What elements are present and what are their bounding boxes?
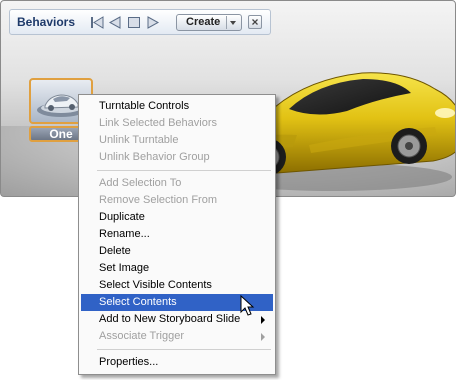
menu-item-label: Associate Trigger <box>99 330 184 342</box>
menu-item-duplicate[interactable]: Duplicate <box>81 209 273 226</box>
menu-item-remove-selection-from: Remove Selection From <box>81 192 273 209</box>
menu-item-label: Duplicate <box>99 211 145 223</box>
create-button-label: Create <box>186 16 221 28</box>
menu-item-label: Remove Selection From <box>99 194 217 206</box>
context-menu: Turntable Controls Link Selected Behavior… <box>78 94 276 375</box>
menu-item-label: Properties... <box>99 356 159 368</box>
menu-item-label: Add to New Storyboard Slide <box>99 313 241 325</box>
toolbar-title: Behaviors <box>17 15 76 29</box>
menu-separator <box>97 349 271 350</box>
stop-icon[interactable] <box>127 16 141 29</box>
menu-item-associate-trigger: Associate Trigger <box>81 328 273 345</box>
menu-item-properties[interactable]: Properties... <box>81 354 273 371</box>
menu-item-label: Select Visible Contents <box>99 279 212 291</box>
behaviors-toolbar: Behaviors Create <box>9 9 271 35</box>
menu-item-set-image[interactable]: Set Image <box>81 260 273 277</box>
skip-to-start-icon[interactable] <box>90 16 104 29</box>
play-icon[interactable] <box>146 16 160 29</box>
create-button[interactable]: Create <box>176 14 242 31</box>
menu-item-select-visible-contents[interactable]: Select Visible Contents <box>81 277 273 294</box>
submenu-arrow-icon <box>261 333 265 341</box>
rewind-icon[interactable] <box>108 16 122 29</box>
menu-item-add-selection-to: Add Selection To <box>81 175 273 192</box>
menu-item-delete[interactable]: Delete <box>81 243 273 260</box>
menu-item-label: Add Selection To <box>99 177 182 189</box>
close-icon <box>252 19 258 25</box>
menu-item-unlink-turntable: Unlink Turntable <box>81 132 273 149</box>
close-button[interactable] <box>248 15 262 29</box>
menu-item-label: Delete <box>99 245 131 257</box>
menu-item-rename[interactable]: Rename... <box>81 226 273 243</box>
menu-item-unlink-behavior-group: Unlink Behavior Group <box>81 149 273 166</box>
create-dropdown[interactable] <box>226 16 239 29</box>
menu-item-turntable-controls[interactable]: Turntable Controls <box>81 98 273 115</box>
menu-item-link-selected-behaviors: Link Selected Behaviors <box>81 115 273 132</box>
menu-separator <box>97 170 271 171</box>
menu-item-label: Set Image <box>99 262 150 274</box>
mouse-cursor-icon <box>240 295 255 316</box>
menu-item-label: Rename... <box>99 228 150 240</box>
menu-item-label: Select Contents <box>99 296 177 308</box>
submenu-arrow-icon <box>261 316 265 324</box>
menu-item-label: Turntable Controls <box>99 100 190 112</box>
menu-item-label: Link Selected Behaviors <box>99 117 218 129</box>
menu-item-label: Unlink Behavior Group <box>99 151 210 163</box>
menu-item-label: Unlink Turntable <box>99 134 179 146</box>
chevron-down-icon <box>230 21 236 25</box>
